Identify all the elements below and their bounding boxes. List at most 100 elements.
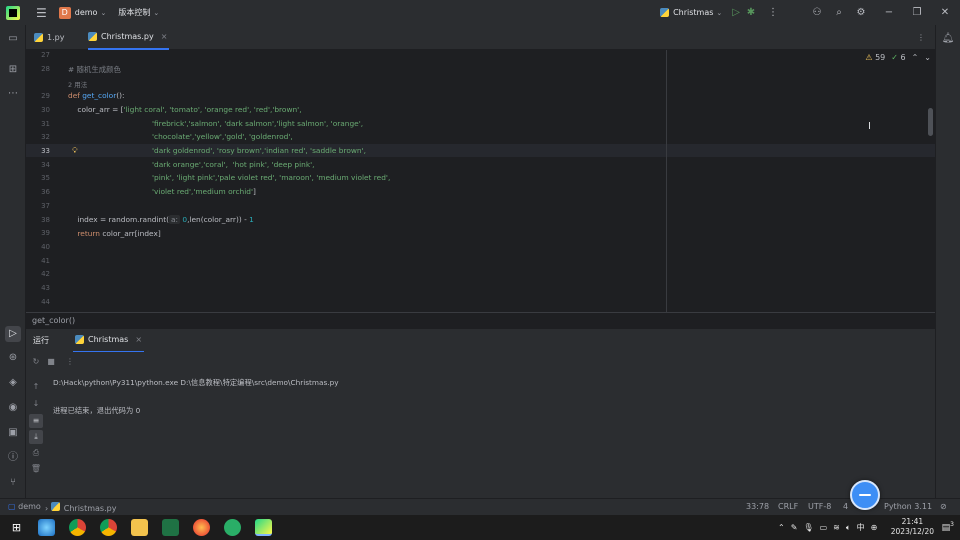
status-position[interactable]: 33:78: [746, 502, 769, 511]
file-explorer-icon[interactable]: [131, 519, 148, 536]
python-file-icon: [88, 32, 97, 41]
trash-icon[interactable]: 🗑︎: [29, 462, 43, 476]
breadcrumb[interactable]: get_color(): [26, 312, 935, 328]
ime-mode-icon[interactable]: ⊕: [871, 523, 878, 532]
project-folder-icon[interactable]: ▭: [5, 31, 21, 47]
project-selector[interactable]: demo: [75, 8, 98, 17]
vcs-menu[interactable]: 版本控制: [118, 7, 150, 18]
line-number: 35: [41, 174, 50, 182]
tab-close-icon[interactable]: ×: [161, 32, 168, 41]
chevron-down-icon[interactable]: ⌄: [153, 9, 159, 17]
project-marker-icon: ▢: [8, 502, 16, 511]
main-menu-icon[interactable]: ☰: [36, 6, 47, 20]
network-icon[interactable]: ▭: [820, 523, 828, 532]
wechat-icon[interactable]: [224, 519, 241, 536]
stop-icon[interactable]: ■: [44, 355, 58, 369]
status-file-label: Christmas.py: [63, 504, 117, 513]
floating-assistant-icon[interactable]: [850, 480, 880, 510]
minimize-icon[interactable]: −: [878, 7, 900, 18]
line-number: 43: [41, 284, 50, 292]
lock-icon[interactable]: ⊘: [940, 502, 947, 511]
run-config-selector[interactable]: Christmas: [673, 8, 713, 17]
firefox-icon[interactable]: [193, 519, 210, 536]
status-bar: ▢ demo › Christmas.py 33:78 CRLF UTF-8 4…: [0, 498, 960, 515]
chrome-icon[interactable]: [69, 519, 86, 536]
more-tools-icon[interactable]: ⋯: [5, 86, 21, 102]
code-line-33: 'dark goldenrod', 'rosy brown','indian r…: [152, 146, 366, 155]
line-number: 29: [41, 92, 50, 100]
status-file[interactable]: › Christmas.py: [45, 502, 116, 513]
settings-gear-icon[interactable]: ⚙: [850, 7, 872, 18]
arrow-up-icon[interactable]: ↑: [29, 380, 43, 394]
run-side-toolbar: ↑ ↓ ≡ ⤓ ⎙ 🗑︎: [26, 372, 46, 498]
services-icon[interactable]: ◉: [5, 400, 21, 416]
tab-options-icon[interactable]: ⋮: [917, 25, 925, 50]
scroll-to-end-icon[interactable]: ⤓: [29, 430, 43, 444]
status-interpreter[interactable]: Python 3.11: [884, 502, 932, 511]
python-file-icon: [50, 502, 60, 511]
inspection-widget[interactable]: ⚠ 59 ✓ 6 ⌃ ⌄: [865, 53, 931, 62]
editor-scrollbar[interactable]: [928, 108, 933, 136]
more-actions-icon[interactable]: ⋮: [762, 7, 784, 18]
python-file-icon: [75, 335, 84, 344]
terminal-icon[interactable]: ▣: [5, 425, 21, 441]
run-tab-close-icon[interactable]: ×: [135, 335, 142, 344]
chevron-down-icon[interactable]: ⌄: [716, 9, 722, 17]
restore-icon[interactable]: ❐: [906, 7, 928, 18]
status-line-separator[interactable]: CRLF: [778, 502, 798, 511]
run-tab-christmas[interactable]: Christmas ×: [73, 329, 145, 353]
run-tab-label: Christmas: [88, 335, 129, 344]
code-editor[interactable]: 27 28 29 30 31 32 33 34 35 36 37 38 39 4…: [26, 50, 935, 312]
add-user-icon[interactable]: ⚇: [806, 7, 828, 18]
run-tool-icon[interactable]: ▷: [5, 326, 21, 342]
wifi-icon[interactable]: ≋: [833, 523, 840, 532]
tab-1-py[interactable]: 1.py: [34, 25, 64, 50]
tab-christmas-py[interactable]: Christmas.py ×: [88, 25, 170, 50]
status-indent[interactable]: 4: [843, 502, 848, 511]
mic-icon[interactable]: 🎙︎: [803, 523, 813, 532]
chevron-up-icon[interactable]: ⌃: [912, 53, 919, 62]
close-icon[interactable]: ✕: [934, 7, 956, 18]
more-options-icon[interactable]: ⋮: [63, 355, 77, 369]
line-number: 33: [41, 147, 50, 155]
rerun-icon[interactable]: ↻: [29, 355, 43, 369]
python-packages-icon[interactable]: ⊛: [5, 350, 21, 366]
structure-icon[interactable]: ⊞: [5, 62, 21, 78]
volume-icon[interactable]: 🔈︎: [846, 523, 851, 533]
lightbulb-icon[interactable]: 💡︎: [72, 146, 78, 156]
excel-icon[interactable]: [162, 519, 179, 536]
chrome-alt-icon[interactable]: [100, 519, 117, 536]
line-number: 32: [41, 133, 50, 141]
chevron-down-icon[interactable]: ⌄: [100, 9, 106, 17]
run-panel-title: 运行: [33, 336, 49, 345]
chevron-down-icon[interactable]: ⌄: [924, 53, 931, 62]
system-clock[interactable]: 21:41 2023/12/20: [891, 517, 934, 537]
usages-hint[interactable]: 2 用法: [68, 79, 87, 89]
arrow-down-icon[interactable]: ↓: [29, 397, 43, 411]
layers-icon[interactable]: ◈: [5, 375, 21, 391]
left-tool-strip: ▭ ⊞ ⋯ ▷ ⊛ ◈ ◉ ▣ ⓘ ⑂: [0, 25, 26, 498]
edge-icon[interactable]: [38, 519, 55, 536]
git-icon[interactable]: ⑂: [5, 475, 21, 491]
tray-expand-icon[interactable]: ⌃: [778, 523, 785, 532]
ime-indicator[interactable]: 中: [857, 522, 865, 533]
notification-center-icon[interactable]: ▤3: [942, 521, 954, 533]
windows-start-icon[interactable]: ⊞: [8, 519, 25, 536]
run-console[interactable]: D:\Hack\python\Py311\python.exe D:\信息教程\…: [46, 372, 935, 498]
pen-icon[interactable]: ✎: [791, 523, 798, 532]
debug-icon[interactable]: ✱: [740, 7, 762, 18]
problems-icon[interactable]: ⓘ: [5, 450, 21, 466]
search-icon[interactable]: ⌕: [828, 7, 850, 18]
python-file-icon: [34, 33, 43, 42]
parameter-hint: a:: [168, 215, 181, 224]
status-project[interactable]: ▢ demo: [8, 502, 41, 511]
ok-count: 6: [900, 53, 906, 62]
status-encoding[interactable]: UTF-8: [808, 502, 831, 511]
run-icon[interactable]: ▷: [732, 7, 740, 18]
print-icon[interactable]: ⎙: [29, 446, 43, 460]
title-bar: ☰ D demo ⌄ 版本控制 ⌄ Christmas ⌄ ▷ ✱ ⋮ ⚇ ⌕ …: [0, 0, 960, 25]
keyword-def: def: [68, 91, 80, 100]
pycharm-taskbar-icon[interactable]: [255, 519, 272, 536]
soft-wrap-icon[interactable]: ≡: [29, 414, 43, 428]
notifications-bell-icon[interactable]: 🔔︎: [940, 31, 956, 47]
